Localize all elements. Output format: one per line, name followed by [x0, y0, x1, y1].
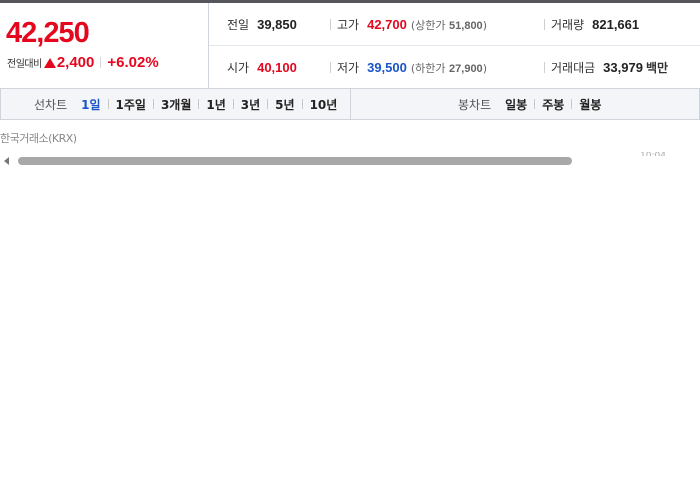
- info-row-1: 전일 39,850 고가 42,700 (상한가 51,800) 거래량 821…: [209, 3, 700, 46]
- lower-limit-value: 27,900: [449, 62, 483, 75]
- upper-limit-value: 51,800: [449, 19, 483, 32]
- lower-limit: (하한가 27,900): [410, 61, 487, 75]
- tab-daily-candle[interactable]: 일봉: [505, 96, 527, 113]
- line-chart-tabs: 선차트 1일 1주일 3개월 1년 3년 5년 10년: [1, 89, 351, 119]
- divider: [301, 99, 303, 109]
- open-value: 40,100: [257, 60, 297, 75]
- price-change: 전일대비 2,400 +6.02%: [7, 54, 159, 71]
- amount-unit: 백만: [645, 61, 669, 75]
- prev-close-label: 전일: [227, 18, 250, 32]
- divider: [534, 99, 536, 109]
- divider: [107, 99, 109, 109]
- scroll-left-arrow-icon[interactable]: [4, 157, 9, 165]
- divider: [267, 99, 269, 109]
- volume-cell: 거래량 821,661: [544, 3, 639, 46]
- low-cell: 저가 39,500 (하한가 27,900): [330, 46, 487, 89]
- divider: [198, 99, 200, 109]
- tab-10-years[interactable]: 10년: [310, 96, 338, 113]
- volume-value: 821,661: [592, 17, 640, 32]
- divider: [152, 99, 154, 109]
- tab-monthly-candle[interactable]: 월봉: [579, 96, 601, 113]
- prev-close-cell: 전일 39,850: [227, 3, 297, 46]
- tab-1-year[interactable]: 1년: [206, 96, 225, 113]
- tab-weekly-candle[interactable]: 주봉: [542, 96, 564, 113]
- diff-value: 2,400: [56, 54, 95, 71]
- amount-value: 33,979: [603, 60, 643, 75]
- prev-close-value: 39,850: [257, 17, 297, 32]
- clipped-time-label: 10:04: [640, 152, 680, 156]
- diff-label: 전일대비: [7, 59, 42, 70]
- candle-chart-tabs: 봉차트 일봉 주봉 월봉: [352, 89, 601, 119]
- tab-1-day[interactable]: 1일: [81, 96, 100, 113]
- high-cell: 고가 42,700 (상한가 51,800): [330, 3, 487, 46]
- upper-limit: (상한가 51,800): [410, 18, 487, 32]
- data-source: 한국거래소(KRX): [0, 132, 77, 145]
- upper-limit-label: 상한가: [415, 18, 446, 32]
- tab-3-months[interactable]: 3개월: [161, 96, 191, 113]
- tab-3-years[interactable]: 3년: [241, 96, 260, 113]
- divider: [100, 57, 102, 68]
- divider: [544, 19, 545, 30]
- horizontal-scrollbar[interactable]: 10:04: [0, 152, 700, 168]
- chart-tab-bar: 선차트 1일 1주일 3개월 1년 3년 5년 10년 봉차트 일봉 주봉 월봉: [0, 89, 700, 120]
- open-cell: 시가 40,100: [227, 46, 297, 89]
- quote-box: 42,250 전일대비 2,400 +6.02% 전일 39,850 고가 42…: [0, 0, 700, 89]
- tab-5-years[interactable]: 5년: [275, 96, 294, 113]
- high-value: 42,700: [367, 17, 407, 32]
- divider: [571, 99, 573, 109]
- current-price: 42,250: [6, 17, 90, 49]
- open-label: 시가: [227, 61, 250, 75]
- line-chart-label: 선차트: [34, 97, 68, 112]
- low-label: 저가: [337, 61, 360, 75]
- divider: [330, 62, 331, 73]
- divider: [330, 19, 331, 30]
- candle-chart-label: 봉차트: [458, 97, 492, 112]
- tab-1-week[interactable]: 1주일: [116, 96, 146, 113]
- volume-label: 거래량: [551, 18, 585, 32]
- high-label: 고가: [337, 18, 360, 32]
- low-value: 39,500: [367, 60, 407, 75]
- amount-label: 거래대금: [551, 61, 596, 75]
- diff-rate: +6.02%: [107, 54, 159, 71]
- divider: [232, 99, 234, 109]
- amount-cell: 거래대금 33,979 백만: [544, 46, 668, 89]
- divider: [544, 62, 545, 73]
- price-panel: 42,250 전일대비 2,400 +6.02%: [0, 3, 209, 89]
- scroll-thumb[interactable]: [18, 157, 572, 165]
- up-triangle-icon: [43, 57, 56, 68]
- info-row-2: 시가 40,100 저가 39,500 (하한가 27,900) 거래대금 33…: [209, 46, 700, 89]
- lower-limit-label: 하한가: [415, 61, 446, 75]
